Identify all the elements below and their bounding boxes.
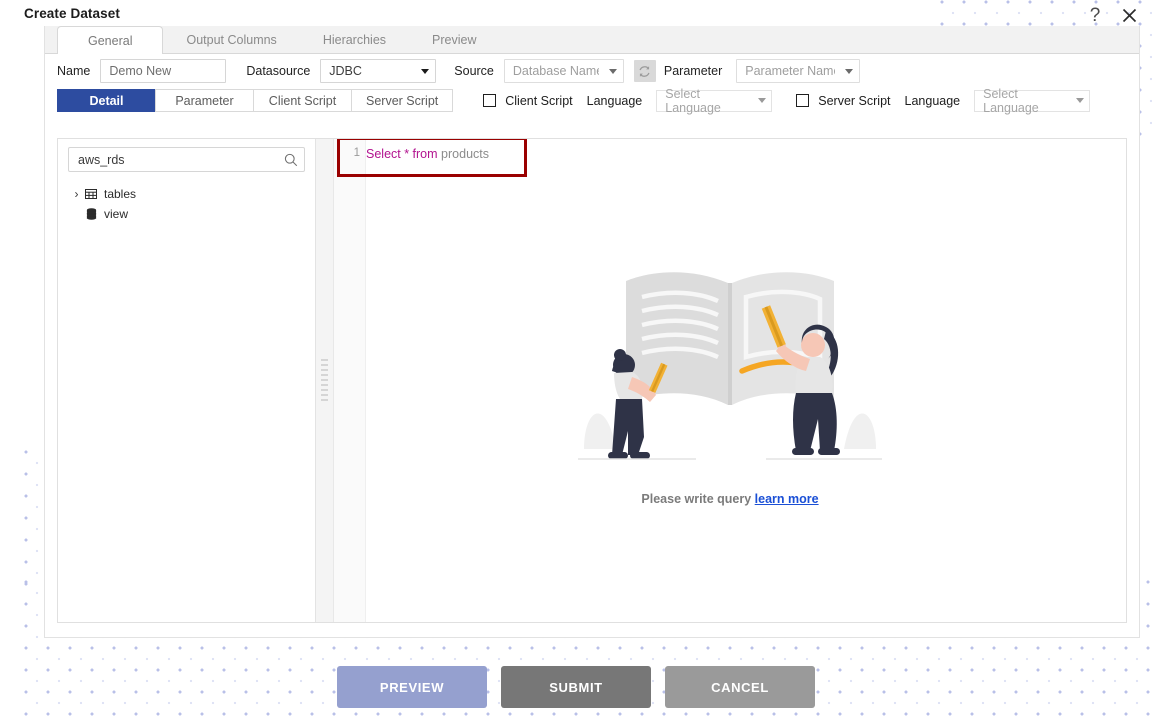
source-select-value: Database Name xyxy=(512,64,599,78)
tree-item-view-label: view xyxy=(104,207,129,221)
datasource-label: Datasource xyxy=(246,64,311,78)
name-input[interactable]: Demo New xyxy=(100,59,227,83)
client-language-value: Select Language xyxy=(665,86,721,115)
schema-tree: › tables view xyxy=(68,184,305,224)
parameter-name-select[interactable]: Parameter Name xyxy=(736,59,861,83)
subtab-server-script-label: Server Script xyxy=(366,93,439,108)
server-language-label: Language xyxy=(904,93,961,108)
subtab-parameter-label: Parameter xyxy=(175,93,234,108)
datasource-select[interactable]: JDBC xyxy=(320,59,437,83)
empty-state-caption: Please write query learn more xyxy=(641,492,818,506)
subtab-client-script-label: Client Script xyxy=(268,93,337,108)
tab-hierarchies-label: Hierarchies xyxy=(322,33,387,47)
server-script-checkbox[interactable] xyxy=(796,94,810,107)
tab-output-columns[interactable]: Output Columns xyxy=(163,26,299,53)
schema-browser-pane: aws_rds › tables view xyxy=(58,139,316,622)
source-select[interactable]: Database Name xyxy=(503,59,624,83)
submit-button-label: SUBMIT xyxy=(549,679,603,695)
client-script-label: Client Script xyxy=(505,93,573,108)
subtab-detail[interactable]: Detail xyxy=(57,89,155,112)
tab-general[interactable]: General xyxy=(57,26,164,54)
subtab-parameter[interactable]: Parameter xyxy=(155,89,253,112)
tab-preview[interactable]: Preview xyxy=(409,26,499,53)
parameter-name-value: Parameter Name xyxy=(745,64,836,78)
table-icon xyxy=(83,189,99,199)
tab-hierarchies[interactable]: Hierarchies xyxy=(300,26,409,53)
client-language-select[interactable]: Select Language xyxy=(656,86,773,115)
main-tab-strip: General Output Columns Hierarchies Previ… xyxy=(45,26,1139,54)
client-script-checkbox[interactable] xyxy=(483,94,497,107)
sql-identifier: products xyxy=(441,146,489,161)
server-language-select[interactable]: Select Language xyxy=(974,86,1091,115)
tab-general-label: General xyxy=(88,33,133,48)
chevron-right-icon[interactable]: › xyxy=(70,187,83,201)
subtab-client-script[interactable]: Client Script xyxy=(253,89,351,112)
tab-preview-label: Preview xyxy=(432,33,477,47)
tree-item-tables-label: tables xyxy=(104,187,137,201)
tree-item-view[interactable]: view xyxy=(68,204,305,224)
subtab-detail-label: Detail xyxy=(89,93,124,108)
search-icon[interactable] xyxy=(284,153,298,167)
datasource-select-value: JDBC xyxy=(329,64,362,78)
chevron-down-icon xyxy=(758,98,767,103)
tab-output-columns-label: Output Columns xyxy=(186,33,277,47)
tree-item-tables[interactable]: › tables xyxy=(68,184,305,204)
content-panes: aws_rds › tables view 1 Select * from pr… xyxy=(57,138,1127,623)
chevron-down-icon xyxy=(1076,98,1085,103)
parameter-label: Parameter xyxy=(663,64,723,78)
script-options-group: Client Script Language Select Language S… xyxy=(483,86,1114,115)
empty-state-text: Please write query xyxy=(641,492,752,506)
source-label: Source xyxy=(454,64,494,78)
server-language-value: Select Language xyxy=(983,86,1039,115)
chevron-down-icon xyxy=(608,68,617,74)
chevron-down-icon xyxy=(421,68,430,74)
close-icon[interactable] xyxy=(1118,4,1140,26)
learn-more-link[interactable]: learn more xyxy=(755,492,819,506)
help-icon[interactable]: ? xyxy=(1084,4,1106,26)
dialog-footer: PREVIEW SUBMIT CANCEL xyxy=(0,666,1152,708)
subtab-server-script[interactable]: Server Script xyxy=(351,89,454,112)
query-editor-pane: 1 Select * from products Please write qu… xyxy=(334,139,1126,622)
pane-splitter[interactable] xyxy=(316,139,334,622)
search-input[interactable]: aws_rds xyxy=(68,147,305,172)
splitter-grip-icon xyxy=(321,358,328,403)
sub-tab-strip: Detail Parameter Client Script Server Sc… xyxy=(57,89,454,112)
submit-button[interactable]: SUBMIT xyxy=(501,666,651,708)
name-input-value: Demo New xyxy=(109,64,172,78)
preview-button-label: PREVIEW xyxy=(379,679,445,695)
server-script-label: Server Script xyxy=(818,93,891,108)
dataset-form-row: Name Demo New Datasource JDBC Source Dat… xyxy=(45,54,1139,88)
sql-keyword: Select * from xyxy=(366,146,438,161)
editor-line-number: 1 xyxy=(353,147,360,159)
database-icon xyxy=(83,208,99,220)
empty-state: Please write query learn more xyxy=(334,259,1126,506)
refresh-icon[interactable] xyxy=(633,60,656,82)
preview-button[interactable]: PREVIEW xyxy=(337,666,487,708)
two-people-writing-on-book-illustration xyxy=(578,272,882,460)
cancel-button-label: CANCEL xyxy=(711,679,769,695)
page-title: Create Dataset xyxy=(24,6,120,21)
name-label: Name xyxy=(57,64,91,78)
client-language-label: Language xyxy=(586,93,643,108)
sub-tab-row: Detail Parameter Client Script Server Sc… xyxy=(45,86,1139,115)
create-dataset-dialog: General Output Columns Hierarchies Previ… xyxy=(44,26,1140,638)
chevron-down-icon xyxy=(845,68,854,74)
cancel-button[interactable]: CANCEL xyxy=(665,666,815,708)
editor-code-line[interactable]: Select * from products xyxy=(337,139,527,177)
search-input-value: aws_rds xyxy=(78,152,125,167)
